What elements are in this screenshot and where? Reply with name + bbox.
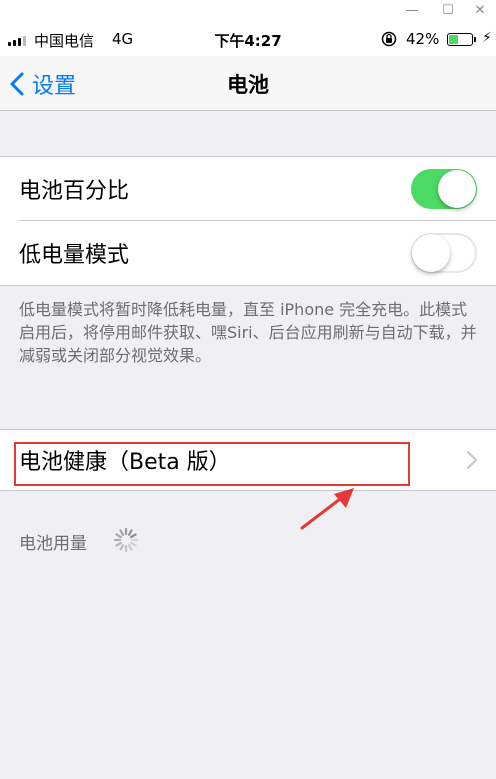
loading-spinner-icon <box>113 527 139 553</box>
chevron-right-icon <box>466 450 478 470</box>
highlight-box <box>14 442 410 486</box>
low-power-mode-label: 低电量模式 <box>19 243 130 268</box>
toggle-knob <box>412 234 450 272</box>
window-controls: — ☐ ✕ <box>0 0 496 22</box>
battery-tip <box>474 37 476 42</box>
battery-percentage-text: 42% <box>406 30 440 48</box>
battery-percentage-toggle[interactable] <box>411 169 477 209</box>
minimize-button[interactable]: — <box>399 2 425 20</box>
toggle-knob <box>438 170 476 208</box>
charging-bolt-icon: ⚡ <box>482 30 492 46</box>
navigation-bar: 设置 电池 <box>0 56 496 111</box>
battery-usage-label: 电池用量 <box>19 534 87 554</box>
rotation-lock-icon <box>381 31 397 47</box>
battery-percentage-label: 电池百分比 <box>19 179 130 204</box>
page-title: 电池 <box>227 73 269 97</box>
low-power-mode-row: 低电量模式 <box>0 221 496 285</box>
annotation-arrow-icon <box>300 488 354 530</box>
low-power-mode-toggle[interactable] <box>411 233 477 273</box>
battery-level-fill <box>449 35 458 44</box>
maximize-button[interactable]: ☐ <box>435 2 461 20</box>
battery-percentage-row: 电池百分比 <box>0 157 496 221</box>
battery-settings-group: 电池百分比 低电量模式 <box>0 156 496 286</box>
status-bar: 中国电信 4G 下午4:27 42% ⚡ <box>0 22 496 56</box>
close-button[interactable]: ✕ <box>467 2 493 20</box>
battery-icon <box>447 33 473 46</box>
low-power-footnote: 低电量模式将暂时降低耗电量，直至 iPhone 完全充电。此模式启用后，将停用邮… <box>19 300 477 365</box>
